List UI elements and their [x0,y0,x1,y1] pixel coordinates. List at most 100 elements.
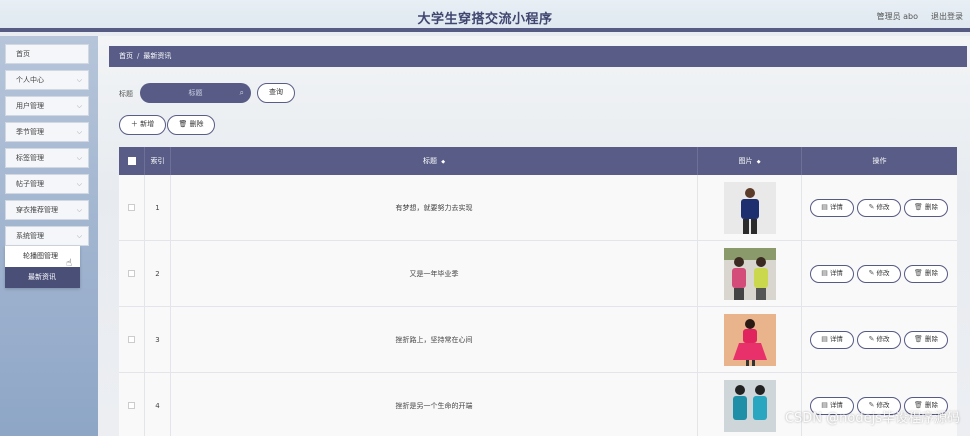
trash-icon: 🗑 [914,203,923,211]
row-picture [698,175,802,241]
sidebar-item-system-management[interactable]: 系统管理 ⌵ [5,226,89,246]
pencil-icon: ✎ [868,203,875,211]
search-placeholder: 标题 [188,89,203,97]
table-row: 3 挫折路上，坚持常在心间 ▤ 详情 ✎ 修改 🗑 删除 [119,307,957,373]
news-thumbnail [724,380,776,432]
top-header: 大学生穿搭交流小程序 管理员 abo 退出登录 [0,0,970,32]
sidebar-item-label: 帖子管理 [16,180,44,188]
table-row: 2 又是一年毕业季 ▤ 详情 ✎ 修改 🗑 删除 [119,241,957,307]
sidebar-item-season-management[interactable]: 季节管理 ⌵ [5,122,89,142]
column-header-picture[interactable]: 图片 ◆ [698,147,802,175]
chevron-down-icon: ⌵ [76,206,82,214]
sidebar-item-user-management[interactable]: 用户管理 ⌵ [5,96,89,116]
batch-delete-button[interactable]: 🗑 删除 [167,115,215,135]
breadcrumb-current: 最新资讯 [143,52,172,60]
app-title: 大学生穿搭交流小程序 [417,12,553,27]
current-user: 管理员 abo [876,12,918,21]
select-all-checkbox[interactable] [119,147,145,175]
row-title: 有梦想，就要努力去实现 [171,175,698,241]
sort-icon: ◆ [441,159,446,165]
chevron-down-icon: ⌵ [76,128,82,136]
chevron-down-icon: ⌵ [76,232,82,240]
trash-icon: 🗑 [178,120,188,128]
column-header-title[interactable]: 标题 ◆ [171,147,698,175]
document-icon: ▤ [821,269,828,277]
detail-button[interactable]: ▤ 详情 [810,265,854,283]
pencil-icon: ✎ [868,335,875,343]
sidebar-item-label: 用户管理 [16,102,44,110]
sort-icon: ◆ [756,159,761,165]
main-content: 首页 / 最新资讯 标题 标题 ⌕ 查询 ＋ 新增 🗑 删除 索引 标题 ◆ 图片 … [98,36,970,436]
sidebar-item-tag-management[interactable]: 标签管理 ⌵ [5,148,89,168]
delete-button-label: 删除 [189,120,204,128]
sidebar-item-label: 季节管理 [16,128,44,136]
document-icon: ▤ [821,203,828,211]
chevron-down-icon: ⌵ [76,180,82,188]
search-label: 标题 [119,90,133,98]
news-thumbnail [724,248,776,300]
row-index: 2 [145,241,171,307]
sidebar-item-personal-center[interactable]: 个人中心 ⌵ [5,70,89,90]
row-picture [698,373,802,436]
trash-icon: 🗑 [914,269,923,277]
row-picture [698,241,802,307]
submenu-item-news[interactable]: 最新资讯 [5,267,80,288]
sidebar-item-label: 个人中心 [16,76,44,84]
sidebar-item-label: 系统管理 [16,232,44,240]
delete-button[interactable]: 🗑 删除 [904,199,948,217]
sidebar-item-post-management[interactable]: 帖子管理 ⌵ [5,174,89,194]
edit-label: 修改 [876,335,890,343]
document-icon: ▤ [821,335,828,343]
row-title: 挫折路上，坚持常在心间 [171,307,698,373]
edit-label: 修改 [876,203,890,211]
row-index: 4 [145,373,171,436]
detail-button[interactable]: ▤ 详情 [810,199,854,217]
detail-button[interactable]: ▤ 详情 [810,331,854,349]
detail-label: 详情 [829,203,843,211]
search-input[interactable]: 标题 ⌕ [140,83,251,103]
delete-button[interactable]: 🗑 删除 [904,265,948,283]
sidebar-item-home[interactable]: 首页 [5,44,89,64]
delete-label: 删除 [924,269,938,277]
table-row: 1 有梦想，就要努力去实现 ▤ 详情 ✎ 修改 🗑 删除 [119,175,957,241]
row-index: 1 [145,175,171,241]
watermark: CSDN @nodejs毕设程序源码 [784,411,960,426]
column-picture-label: 图片 [738,157,753,165]
row-picture [698,307,802,373]
search-icon: ⌕ [239,88,244,97]
row-checkbox[interactable] [119,175,145,241]
detail-label: 详情 [829,269,843,277]
breadcrumb: 首页 / 最新资讯 [109,46,967,67]
query-button[interactable]: 查询 [257,83,295,103]
hand-cursor-icon: ☝ [66,258,73,269]
row-checkbox[interactable] [119,241,145,307]
add-button-label: 新增 [140,120,155,128]
edit-label: 修改 [876,269,890,277]
delete-button[interactable]: 🗑 删除 [904,331,948,349]
column-title-label: 标题 [422,157,437,165]
column-header-operations: 操作 [872,157,887,165]
delete-label: 删除 [924,335,938,343]
edit-button[interactable]: ✎ 修改 [857,199,901,217]
edit-button[interactable]: ✎ 修改 [857,331,901,349]
breadcrumb-home[interactable]: 首页 [119,52,133,60]
breadcrumb-separator: / [137,52,140,60]
sidebar: 首页 个人中心 ⌵ 用户管理 ⌵ 季节管理 ⌵ 标签管理 ⌵ 帖子管理 ⌵ 穿衣… [0,36,98,436]
chevron-down-icon: ⌵ [76,76,82,84]
news-thumbnail [724,182,776,234]
row-checkbox[interactable] [119,373,145,436]
sidebar-item-outfit-recommend[interactable]: 穿衣推荐管理 ⌵ [5,200,89,220]
chevron-down-icon: ⌵ [76,102,82,110]
sidebar-item-label: 穿衣推荐管理 [16,206,58,214]
row-title: 又是一年毕业季 [171,241,698,307]
news-table: 索引 标题 ◆ 图片 ◆ 操作 1 有梦想，就要努力去实现 ▤ 详情 ✎ 修改 … [119,147,957,436]
row-operations: ▤ 详情 ✎ 修改 🗑 删除 [802,175,957,241]
edit-button[interactable]: ✎ 修改 [857,265,901,283]
row-operations: ▤ 详情 ✎ 修改 🗑 删除 [802,307,957,373]
row-checkbox[interactable] [119,307,145,373]
logout-link[interactable]: 退出登录 [931,11,963,22]
add-button[interactable]: ＋ 新增 [119,115,166,135]
delete-label: 删除 [924,203,938,211]
news-thumbnail [724,314,776,366]
table-header: 索引 标题 ◆ 图片 ◆ 操作 [119,147,957,175]
